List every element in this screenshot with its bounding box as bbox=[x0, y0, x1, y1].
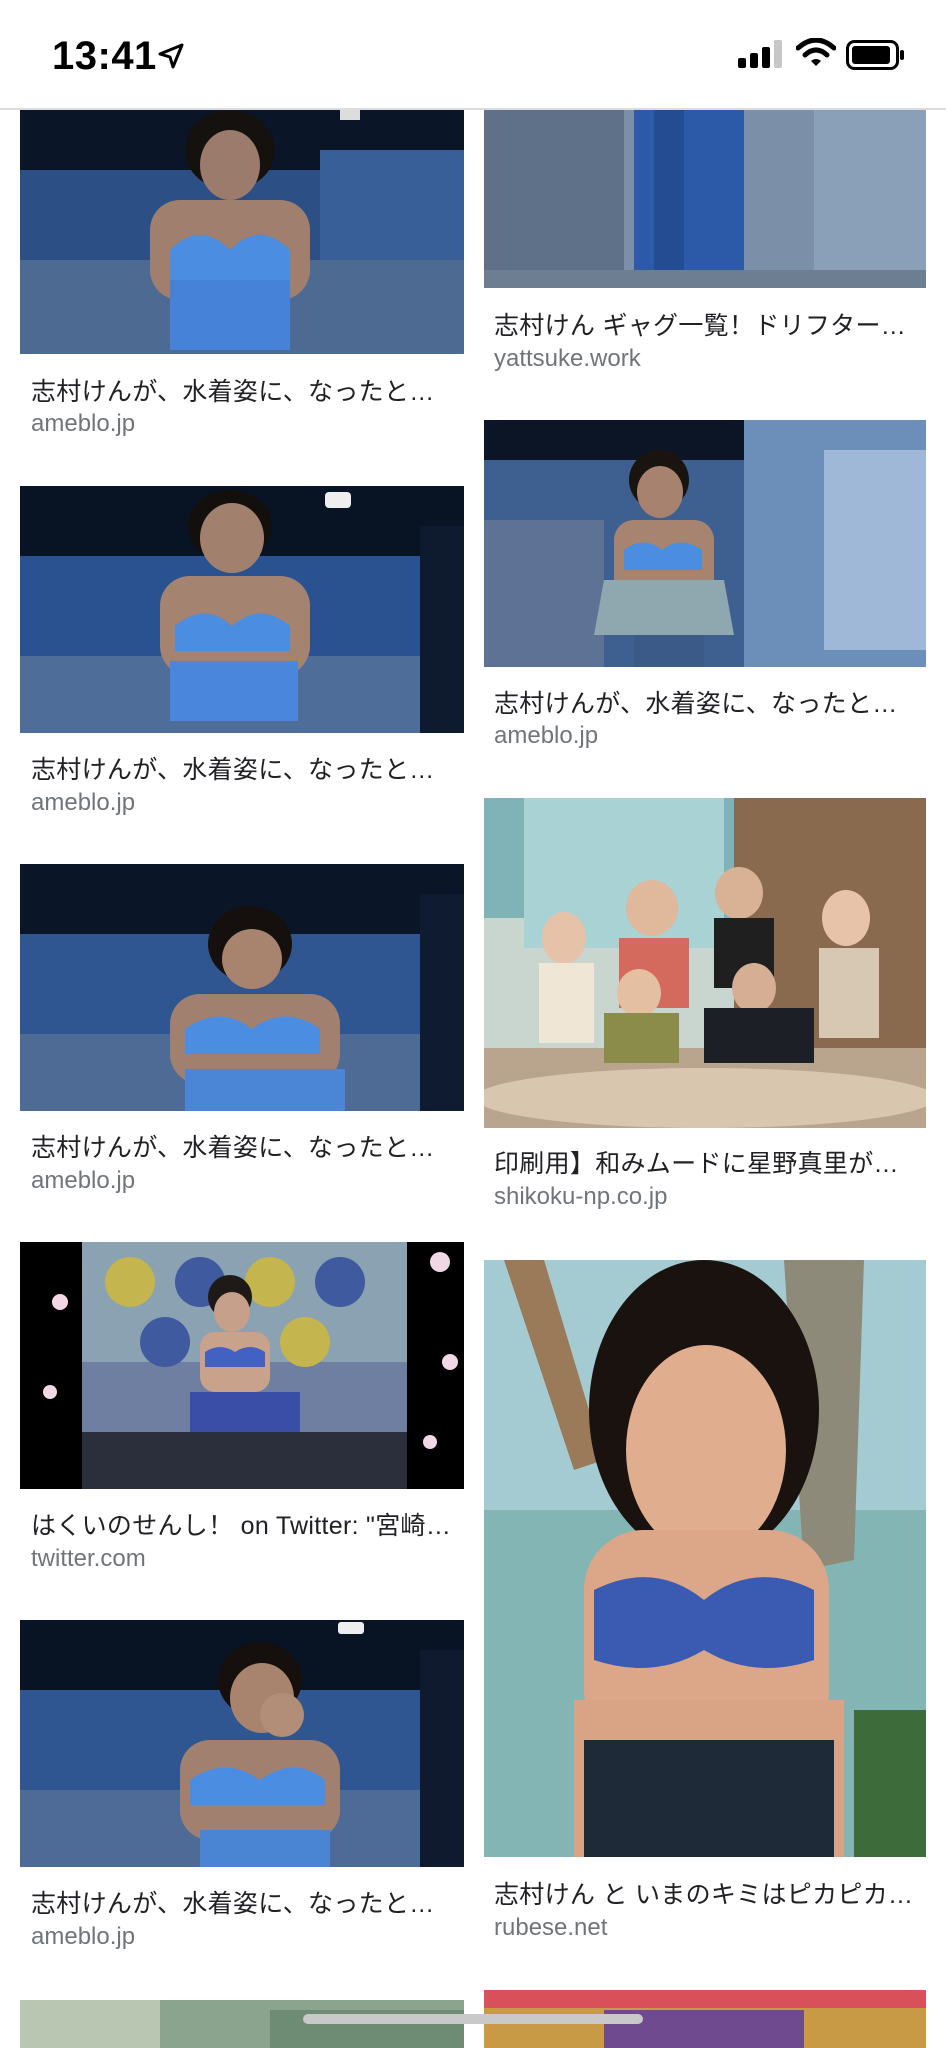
result-thumbnail[interactable] bbox=[20, 1620, 464, 1867]
cellular-signal-icon bbox=[738, 40, 784, 73]
result-title[interactable]: 志村けん と いまのキミはピカピカ… bbox=[494, 1875, 914, 1911]
result-title[interactable]: 印刷用】和みムードに星野真里が… bbox=[494, 1144, 914, 1180]
status-time: 13:41 bbox=[52, 34, 157, 78]
battery-icon bbox=[846, 40, 906, 75]
result-thumbnail[interactable] bbox=[484, 420, 926, 667]
result-thumbnail[interactable] bbox=[20, 1242, 464, 1489]
result-source[interactable]: ameblo.jp bbox=[31, 789, 135, 817]
wifi-icon bbox=[795, 37, 837, 73]
result-thumbnail[interactable] bbox=[484, 798, 926, 1128]
location-arrow-icon bbox=[157, 42, 185, 75]
result-title[interactable]: 志村けんが、水着姿に、なったと… bbox=[31, 1884, 451, 1920]
result-thumbnail[interactable] bbox=[484, 1260, 926, 1857]
result-thumbnail[interactable] bbox=[484, 110, 926, 288]
result-source[interactable]: shikoku-np.co.jp bbox=[494, 1183, 667, 1211]
result-thumbnail[interactable] bbox=[20, 864, 464, 1111]
home-indicator[interactable] bbox=[303, 2014, 643, 2024]
result-source[interactable]: ameblo.jp bbox=[31, 1923, 135, 1951]
result-title[interactable]: はくいのせんし！ on Twitter: "宮崎… bbox=[31, 1506, 451, 1542]
result-title[interactable]: 志村けんが、水着姿に、なったと… bbox=[31, 1128, 451, 1164]
result-source[interactable]: yattsuke.work bbox=[494, 345, 641, 373]
result-source[interactable]: rubese.net bbox=[494, 1914, 607, 1942]
result-title[interactable]: 志村けんが、水着姿に、なったと… bbox=[494, 684, 914, 720]
result-title[interactable]: 志村けんが、水着姿に、なったと… bbox=[31, 372, 451, 408]
result-thumbnail[interactable] bbox=[20, 486, 464, 733]
status-bar: 13:41 bbox=[0, 0, 946, 110]
result-source[interactable]: ameblo.jp bbox=[31, 1167, 135, 1195]
result-thumbnail[interactable] bbox=[20, 110, 464, 354]
result-title[interactable]: 志村けんが、水着姿に、なったと… bbox=[31, 750, 451, 786]
result-title[interactable]: 志村けん ギャグ一覧！ドリフター… bbox=[494, 306, 914, 342]
result-source[interactable]: twitter.com bbox=[31, 1545, 146, 1573]
result-thumbnail[interactable] bbox=[20, 2000, 464, 2048]
result-source[interactable]: ameblo.jp bbox=[494, 722, 598, 750]
result-source[interactable]: ameblo.jp bbox=[31, 410, 135, 438]
